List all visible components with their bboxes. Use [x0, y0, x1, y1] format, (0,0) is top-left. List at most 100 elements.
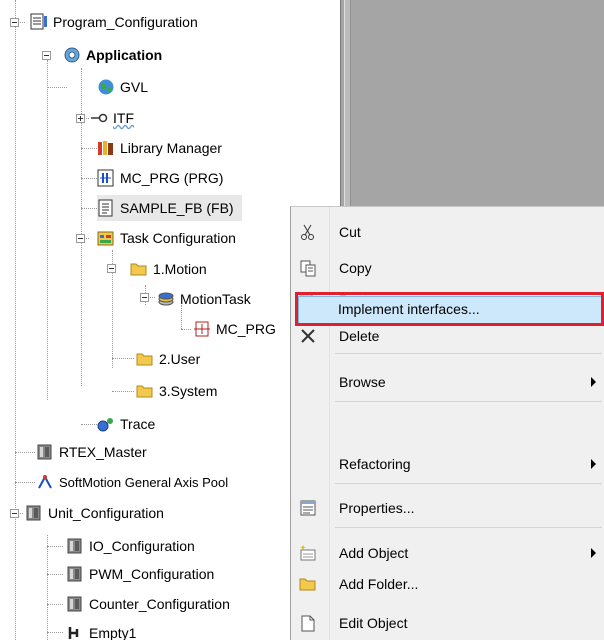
menu-item-label: Add Folder...: [339, 576, 419, 592]
submenu-arrow-icon: [591, 548, 596, 558]
submenu-arrow-icon: [591, 377, 596, 387]
tree-item-label: PWM_Configuration: [89, 566, 215, 582]
tree-item-io-configuration[interactable]: IO_Configuration: [66, 533, 195, 559]
tree-item-label: 1.Motion: [153, 261, 207, 277]
tree-item-label: MC_PRG: [216, 321, 276, 337]
tree-item-label: Empty1: [89, 625, 137, 640]
tree-item-rtex-master[interactable]: RTEX_Master: [36, 439, 147, 465]
tree-item-label: Trace: [120, 416, 156, 432]
tree-item-label: Counter_Configuration: [89, 596, 230, 612]
tree-item-label: 2.User: [159, 351, 201, 367]
tree-item-label: 3.System: [159, 383, 218, 399]
tree-item-application[interactable]: Application: [63, 42, 162, 68]
tree-item-2-user[interactable]: 2.User: [136, 346, 200, 372]
tree-item-3-system[interactable]: 3.System: [136, 378, 217, 404]
menu-item-label: Edit Object: [339, 615, 408, 631]
menu-item-label: Delete: [339, 328, 380, 344]
tree-item-label: MotionTask: [180, 291, 251, 307]
application-gear-icon: [63, 46, 81, 64]
tree-item-label: SoftMotion General Axis Pool: [59, 474, 229, 490]
task-icon: [157, 290, 175, 308]
collapse-toggle[interactable]: [10, 509, 19, 518]
annotation-highlight-box: [295, 292, 604, 326]
trace-icon: [97, 415, 115, 433]
menu-item-edit-object[interactable]: Edit Object: [291, 608, 604, 638]
tree-item-label: Unit_Configuration: [48, 505, 164, 521]
folder-icon: [130, 260, 148, 278]
tree-item-sample-fb[interactable]: SAMPLE_FB (FB): [97, 195, 242, 221]
menu-item-properties[interactable]: Properties...: [291, 493, 604, 523]
device-icon: [25, 504, 43, 522]
collapse-toggle[interactable]: [42, 51, 51, 60]
collapse-toggle[interactable]: [76, 234, 85, 243]
tree-item-label: Library Manager: [120, 140, 222, 156]
tree-item-unit-configuration[interactable]: Unit_Configuration: [25, 500, 164, 526]
menu-item-browse[interactable]: Browse: [291, 367, 604, 397]
task-config-icon: [97, 229, 115, 247]
device-icon: [66, 565, 84, 583]
device-icon: [66, 537, 84, 555]
tree-item-label: Application: [86, 47, 163, 63]
books-icon: [97, 139, 115, 157]
tree-item-itf[interactable]: ITF: [90, 105, 134, 131]
tree-item-label: RTEX_Master: [59, 444, 147, 460]
tree-item-library-manager[interactable]: Library Manager: [97, 135, 222, 161]
tree-item-program-configuration[interactable]: Program_Configuration: [30, 9, 198, 35]
tree-item-label: ITF: [113, 110, 134, 126]
collapse-toggle[interactable]: [107, 264, 116, 273]
program-config-icon: [30, 13, 48, 31]
tree-item-counter-configuration[interactable]: Counter_Configuration: [66, 591, 230, 617]
folder-icon: [136, 382, 154, 400]
tree-item-label: IO_Configuration: [89, 538, 195, 554]
device-icon: [66, 595, 84, 613]
copy-icon: [299, 259, 317, 277]
menu-separator: [335, 353, 602, 354]
menu-item-refactoring[interactable]: Refactoring: [291, 449, 604, 479]
project-tree: Program_Configuration Application GVL IT…: [0, 0, 340, 640]
edit-object-icon: [299, 614, 317, 632]
tree-item-trace[interactable]: Trace: [97, 411, 155, 437]
cut-icon: [299, 223, 317, 241]
tree-item-label: SAMPLE_FB (FB): [120, 200, 234, 216]
empty-slot-icon: [66, 624, 84, 640]
menu-item-copy[interactable]: Copy: [291, 253, 604, 283]
add-object-icon: [299, 544, 317, 562]
tree-item-empty1[interactable]: Empty1: [66, 620, 136, 640]
add-folder-icon: [299, 575, 317, 593]
call-icon: [193, 320, 211, 338]
axis-pool-icon: [36, 473, 54, 491]
tree-item-label: MC_PRG (PRG): [120, 170, 224, 186]
collapse-toggle[interactable]: [140, 293, 149, 302]
menu-item-label: Refactoring: [339, 456, 411, 472]
menu-item-cut[interactable]: Cut: [291, 217, 604, 247]
menu-separator: [335, 527, 602, 528]
tree-item-pwm-configuration[interactable]: PWM_Configuration: [66, 561, 214, 587]
menu-separator: [335, 483, 602, 484]
menu-item-add-folder[interactable]: Add Folder...: [291, 569, 604, 599]
menu-item-label: Cut: [339, 224, 361, 240]
tree-item-label: GVL: [120, 79, 149, 95]
tree-item-softmotion-axis-pool[interactable]: SoftMotion General Axis Pool: [36, 469, 228, 495]
tree-item-1-motion[interactable]: 1.Motion: [130, 256, 207, 282]
properties-icon: [299, 499, 317, 517]
tree-item-mc-prg[interactable]: MC_PRG (PRG): [97, 165, 223, 191]
menu-item-label: Browse: [339, 374, 386, 390]
tree-item-label: Task Configuration: [120, 230, 236, 246]
context-menu: Cut Copy Paste Delete Browse Refactoring: [290, 206, 604, 640]
globe-icon: [97, 78, 115, 96]
splitter[interactable]: [344, 0, 351, 206]
tree-item-label: Program_Configuration: [53, 14, 198, 30]
expand-toggle[interactable]: [76, 114, 85, 123]
menu-item-add-object[interactable]: Add Object: [291, 538, 604, 568]
tree-item-motiontask[interactable]: MotionTask: [157, 286, 251, 312]
interface-icon: [90, 109, 108, 127]
menu-separator: [335, 401, 602, 402]
device-icon: [36, 443, 54, 461]
collapse-toggle[interactable]: [10, 18, 19, 27]
menu-item-label: Properties...: [339, 500, 415, 516]
editor-pane: [340, 0, 604, 206]
tree-item-task-configuration[interactable]: Task Configuration: [97, 225, 236, 251]
prg-icon: [97, 169, 115, 187]
tree-item-mc-prg-call[interactable]: MC_PRG: [193, 316, 276, 342]
tree-item-gvl[interactable]: GVL: [97, 74, 148, 100]
